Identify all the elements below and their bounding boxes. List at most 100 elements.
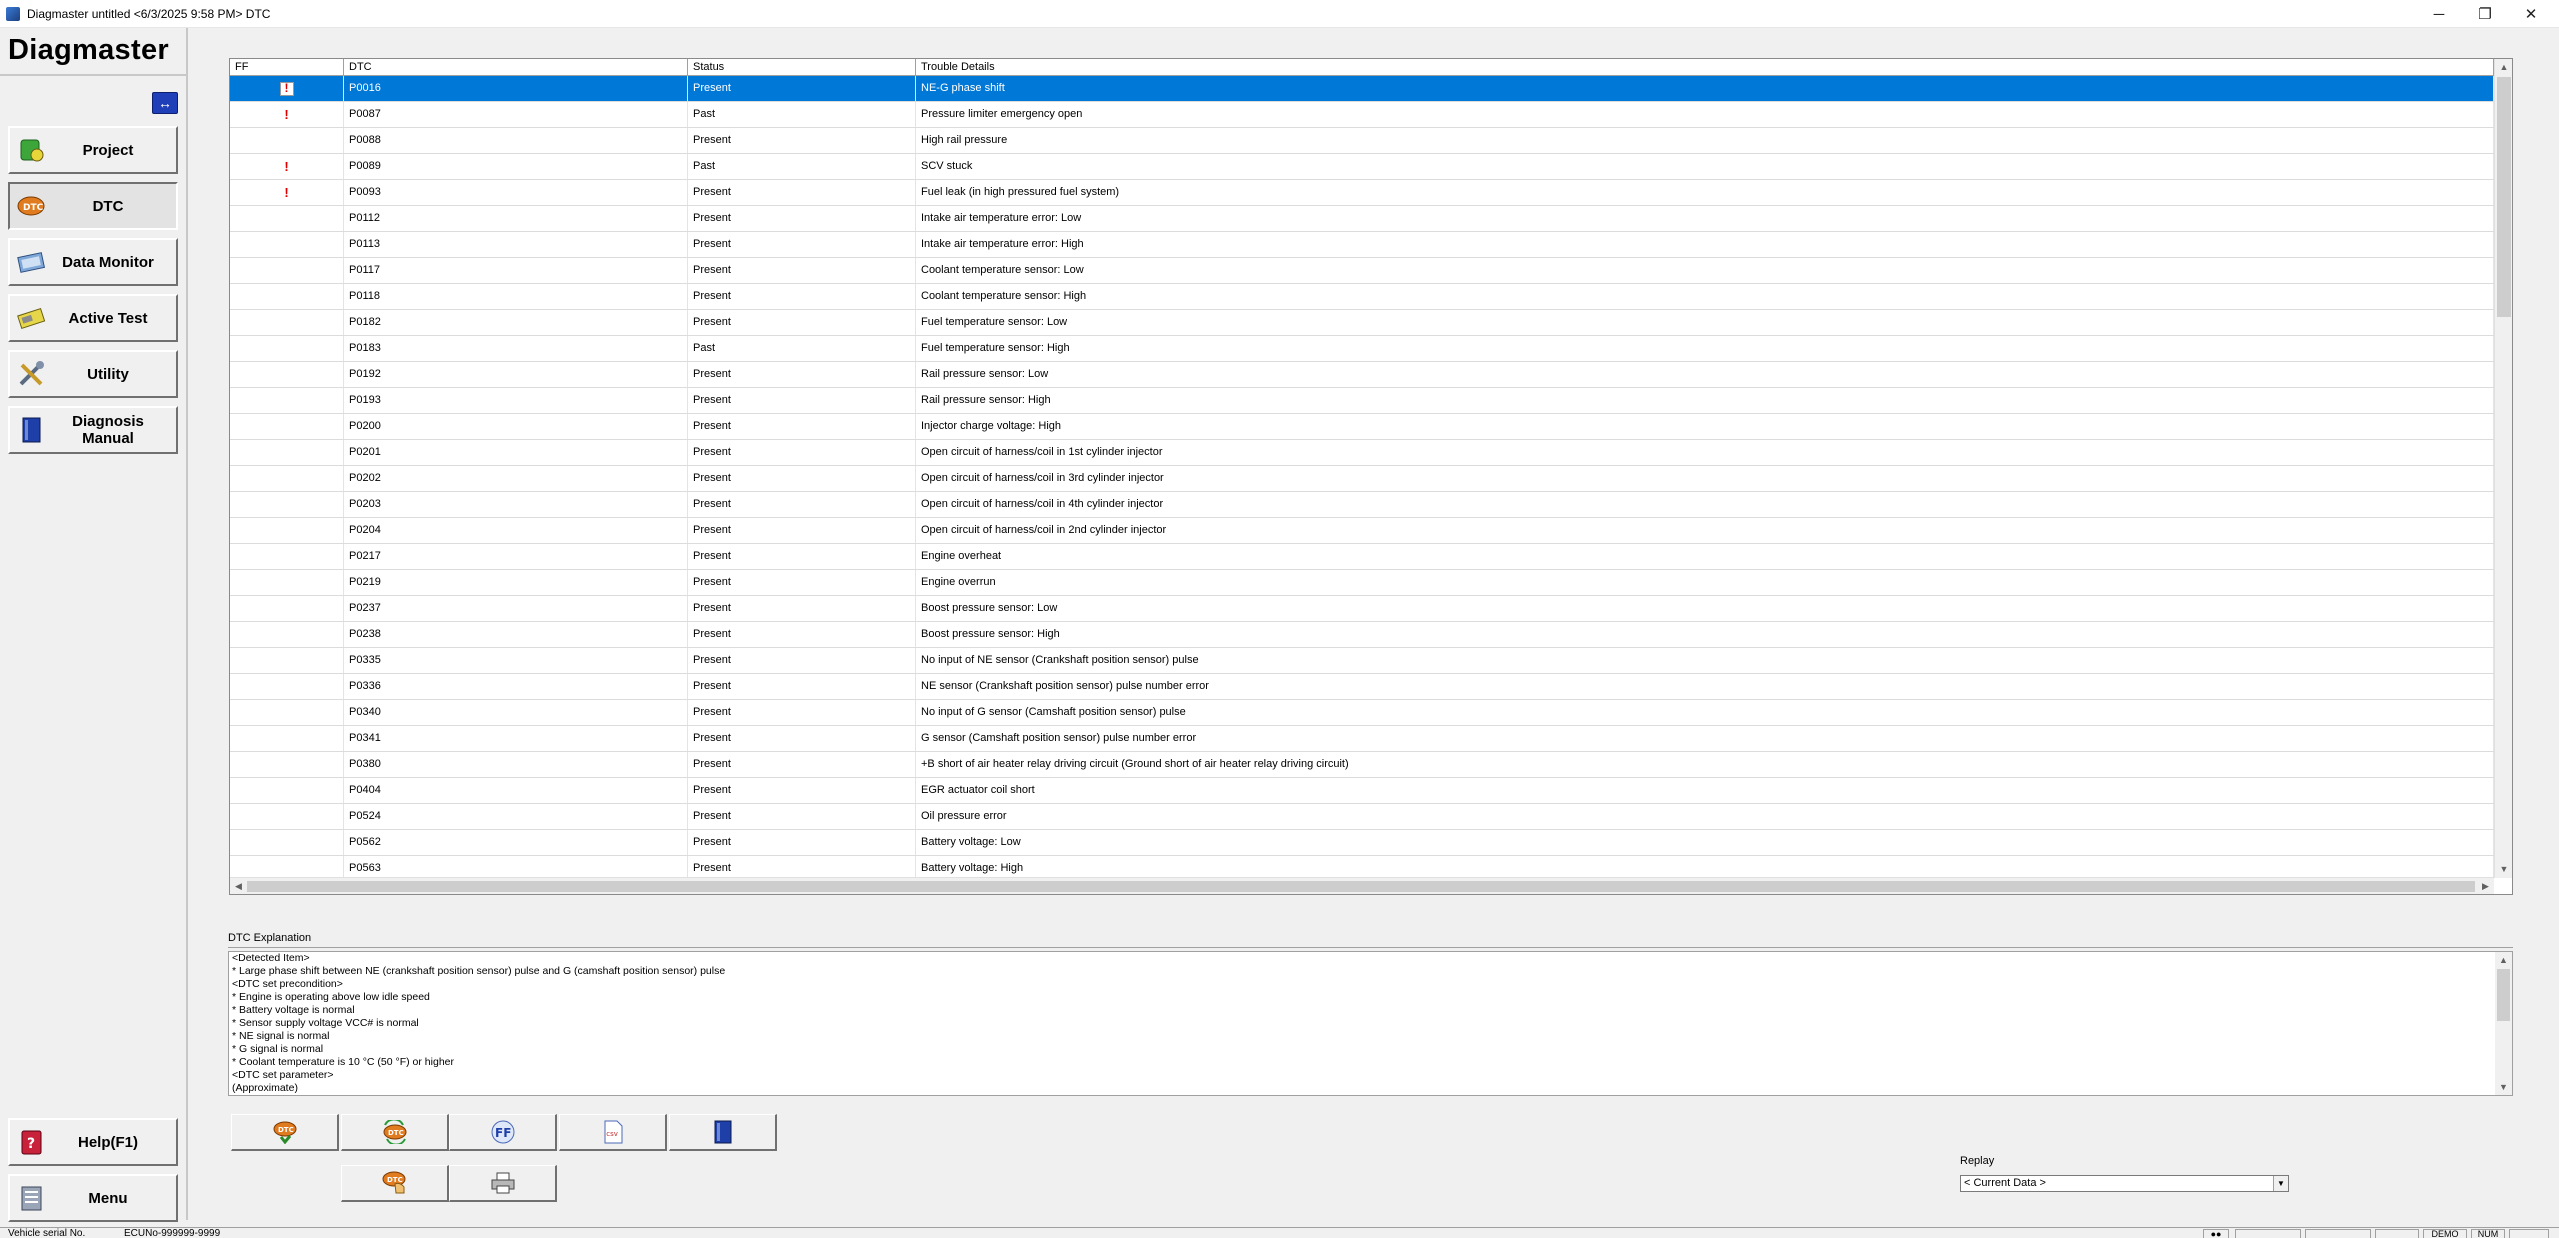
status-cell: Present bbox=[688, 310, 916, 335]
dtc-code-cell: P0201 bbox=[344, 440, 688, 465]
utility-icon bbox=[16, 359, 46, 389]
nav-utility-button[interactable]: Utility bbox=[8, 350, 178, 398]
nav-dtc-button[interactable]: DTC DTC bbox=[8, 182, 178, 230]
close-button[interactable]: ✕ bbox=[2508, 0, 2554, 28]
trouble-details-cell: No input of NE sensor (Crankshaft positi… bbox=[916, 648, 2494, 673]
table-row[interactable]: ! P0089 Past SCV stuck bbox=[230, 154, 2494, 180]
scroll-up-arrow[interactable]: ▲ bbox=[2495, 952, 2512, 968]
print-button[interactable] bbox=[449, 1165, 557, 1202]
trouble-details-cell: Intake air temperature error: Low bbox=[916, 206, 2494, 231]
table-row[interactable]: P0563 Present Battery voltage: High bbox=[230, 856, 2494, 878]
vertical-scrollbar[interactable]: ▲ ▼ bbox=[2494, 59, 2512, 878]
table-row[interactable]: P0524 Present Oil pressure error bbox=[230, 804, 2494, 830]
dtc-explanation-text[interactable]: <Detected Item> * Large phase shift betwe… bbox=[228, 951, 2513, 1096]
table-row[interactable]: P0341 Present G sensor (Camshaft position … bbox=[230, 726, 2494, 752]
ff-cell bbox=[230, 128, 344, 153]
table-row[interactable]: P0203 Present Open circuit of harness/coil… bbox=[230, 492, 2494, 518]
nav-project-button[interactable]: Project bbox=[8, 126, 178, 174]
scroll-up-arrow[interactable]: ▲ bbox=[2495, 59, 2512, 76]
table-row[interactable]: P0192 Present Rail pressure sensor: Low bbox=[230, 362, 2494, 388]
table-row[interactable]: P0404 Present EGR actuator coil short bbox=[230, 778, 2494, 804]
table-row[interactable]: P0193 Present Rail pressure sensor: High bbox=[230, 388, 2494, 414]
dtc-code-cell: P0204 bbox=[344, 518, 688, 543]
scroll-thumb[interactable] bbox=[2497, 969, 2510, 1021]
status-cell: Present bbox=[688, 778, 916, 803]
table-row[interactable]: P0202 Present Open circuit of harness/coil… bbox=[230, 466, 2494, 492]
ff-cell bbox=[230, 622, 344, 647]
minimize-button[interactable]: ─ bbox=[2416, 0, 2462, 28]
dtc-code-cell: P0113 bbox=[344, 232, 688, 257]
table-row[interactable]: P0237 Present Boost pressure sensor: Low bbox=[230, 596, 2494, 622]
dtc-code-cell: P0238 bbox=[344, 622, 688, 647]
table-row[interactable]: P0204 Present Open circuit of harness/coil… bbox=[230, 518, 2494, 544]
table-row[interactable]: P0088 Present High rail pressure bbox=[230, 128, 2494, 154]
column-header-dtc[interactable]: DTC bbox=[344, 59, 688, 76]
table-row[interactable]: P0118 Present Coolant temperature sensor: … bbox=[230, 284, 2494, 310]
expand-toggle-button[interactable]: ↔ bbox=[152, 92, 178, 114]
table-row[interactable]: P0380 Present +B short of air heater relay… bbox=[230, 752, 2494, 778]
restore-button[interactable]: ❐ bbox=[2462, 0, 2508, 28]
chevron-down-icon[interactable]: ▼ bbox=[2273, 1176, 2288, 1191]
table-row[interactable]: ! P0016 Present NE-G phase shift bbox=[230, 76, 2494, 102]
help-book-icon: ? bbox=[16, 1127, 46, 1157]
explanation-line: <Detected Item> bbox=[232, 952, 310, 964]
table-row[interactable]: P0217 Present Engine overheat bbox=[230, 544, 2494, 570]
dtc-table[interactable]: FF DTC Status Trouble Details ! P0016 Pres… bbox=[229, 58, 2513, 895]
replay-dropdown[interactable]: < Current Data > ▼ bbox=[1960, 1175, 2289, 1192]
table-row[interactable]: P0113 Present Intake air temperature error… bbox=[230, 232, 2494, 258]
table-row[interactable]: P0562 Present Battery voltage: Low bbox=[230, 830, 2494, 856]
sidebar: Diagmaster ↔ Project DTC DTC Data Monito… bbox=[0, 28, 188, 1222]
scroll-right-arrow[interactable]: ▶ bbox=[2477, 878, 2494, 894]
table-row[interactable]: P0200 Present Injector charge voltage: Hig… bbox=[230, 414, 2494, 440]
read-dtc-button[interactable]: DTC bbox=[231, 1114, 339, 1151]
dtc-code-cell: P0404 bbox=[344, 778, 688, 803]
trouble-details-cell: Boost pressure sensor: Low bbox=[916, 596, 2494, 621]
table-row[interactable]: P0340 Present No input of G sensor (Camsha… bbox=[230, 700, 2494, 726]
table-row[interactable]: P0112 Present Intake air temperature error… bbox=[230, 206, 2494, 232]
table-row[interactable]: ! P0093 Present Fuel leak (in high pressure… bbox=[230, 180, 2494, 206]
trouble-details-cell: Fuel temperature sensor: High bbox=[916, 336, 2494, 361]
table-row[interactable]: P0117 Present Coolant temperature sensor: … bbox=[230, 258, 2494, 284]
column-header-trouble-details[interactable]: Trouble Details bbox=[916, 59, 2494, 76]
nav-active-test-button[interactable]: Active Test bbox=[8, 294, 178, 342]
dtc-history-button[interactable]: DTC bbox=[341, 1165, 449, 1202]
clear-dtc-button[interactable]: DTC bbox=[341, 1114, 449, 1151]
scroll-down-arrow[interactable]: ▼ bbox=[2495, 1079, 2512, 1095]
scroll-thumb[interactable] bbox=[247, 881, 2475, 892]
help-button[interactable]: ? Help(F1) bbox=[8, 1118, 178, 1166]
trouble-details-cell: Rail pressure sensor: Low bbox=[916, 362, 2494, 387]
table-row[interactable]: P0336 Present NE sensor (Crankshaft positi… bbox=[230, 674, 2494, 700]
table-row[interactable]: P0335 Present No input of NE sensor (Crank… bbox=[230, 648, 2494, 674]
trouble-details-cell: NE-G phase shift bbox=[916, 76, 2494, 101]
dtc-code-cell: P0336 bbox=[344, 674, 688, 699]
table-row[interactable]: P0183 Past Fuel temperature sensor: High bbox=[230, 336, 2494, 362]
table-row[interactable]: P0238 Present Boost pressure sensor: High bbox=[230, 622, 2494, 648]
table-row[interactable]: P0182 Present Fuel temperature sensor: Low bbox=[230, 310, 2494, 336]
status-cell: Present bbox=[688, 752, 916, 777]
table-row[interactable]: P0201 Present Open circuit of harness/coil… bbox=[230, 440, 2494, 466]
status-cell: Present bbox=[688, 648, 916, 673]
horizontal-scrollbar[interactable]: ◀ ▶ bbox=[230, 877, 2494, 894]
freeze-frame-button[interactable]: FF bbox=[449, 1114, 557, 1151]
nav-data-monitor-button[interactable]: Data Monitor bbox=[8, 238, 178, 286]
export-csv-button[interactable]: .csv bbox=[559, 1114, 667, 1151]
nav-diagnosis-manual-button[interactable]: Diagnosis Manual bbox=[8, 406, 178, 454]
ff-cell bbox=[230, 284, 344, 309]
num-lock-indicator: NUM bbox=[2471, 1229, 2505, 1238]
status-cell: Present bbox=[688, 726, 916, 751]
column-header-ff[interactable]: FF bbox=[230, 59, 344, 76]
column-header-status[interactable]: Status bbox=[688, 59, 916, 76]
status-cell: Present bbox=[688, 570, 916, 595]
table-row[interactable]: P0219 Present Engine overrun bbox=[230, 570, 2494, 596]
explanation-divider bbox=[228, 947, 2513, 948]
scroll-thumb[interactable] bbox=[2497, 77, 2511, 317]
trouble-details-cell: Coolant temperature sensor: Low bbox=[916, 258, 2494, 283]
dtc-code-cell: P0183 bbox=[344, 336, 688, 361]
scroll-down-arrow[interactable]: ▼ bbox=[2495, 861, 2512, 878]
table-row[interactable]: ! P0087 Past Pressure limiter emergency ope… bbox=[230, 102, 2494, 128]
menu-button[interactable]: Menu bbox=[8, 1174, 178, 1222]
ff-cell bbox=[230, 674, 344, 699]
explanation-scrollbar[interactable]: ▲ ▼ bbox=[2495, 952, 2512, 1095]
manual-button[interactable] bbox=[669, 1114, 777, 1151]
scroll-left-arrow[interactable]: ◀ bbox=[230, 878, 247, 894]
